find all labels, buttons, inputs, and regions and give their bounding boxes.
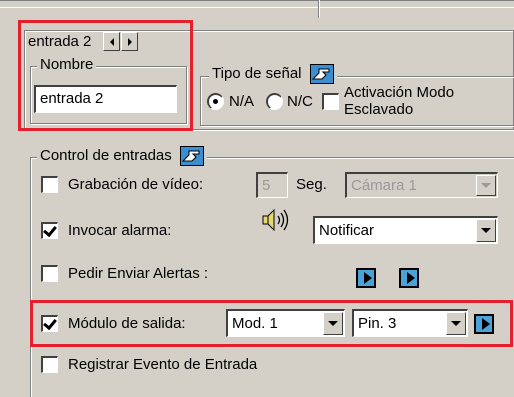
highlight-name-box [18,20,193,131]
input-control-label: Control de entradas [40,147,172,164]
send-alerts-label: Pedir Enviar Alertas : [68,265,209,282]
log-event-label: Registrar Evento de Entrada [68,356,258,373]
camera-select-value: Cámara 1 [351,177,417,194]
radio-na[interactable] [207,93,224,110]
highlight-output-box [30,300,513,347]
speaker-icon[interactable] [260,207,294,233]
play-arrow-icon[interactable] [356,268,376,288]
alarm-action-select[interactable]: Notificar [313,216,498,244]
slave-mode-label-line2: Esclavado [344,101,414,118]
invoke-alarm-checkbox[interactable] [41,222,58,239]
video-recording-label: Grabación de vídeo: [68,176,204,193]
camera-select[interactable]: Cámara 1 [345,172,498,198]
alarm-action-value: Notificar [319,222,375,239]
invoke-alarm-label: Invocar alarma: [68,222,172,239]
input-control-legend: Control de entradas [37,146,207,166]
play-arrow-icon[interactable] [399,268,419,288]
radio-na-label: N/A [229,93,255,110]
radio-nc[interactable] [266,93,283,110]
video-seconds-unit: Seg. [296,176,327,193]
video-recording-checkbox[interactable] [41,176,58,193]
chevron-down-icon[interactable] [476,219,496,242]
log-event-checkbox[interactable] [41,356,58,373]
top-separator [318,0,320,18]
pointing-hand-icon[interactable] [309,64,334,84]
pointing-hand-icon[interactable] [179,146,204,166]
radio-nc-label: N/C [287,93,313,110]
signal-type-legend: Tipo de señal [209,64,337,84]
chevron-down-icon[interactable] [476,175,496,196]
signal-type-label: Tipo de señal [212,65,302,82]
slave-mode-label-line1: Activación Modo [344,84,455,101]
top-divider [0,0,514,8]
slave-mode-checkbox[interactable] [322,93,339,110]
send-alerts-checkbox[interactable] [41,265,58,282]
video-seconds-input[interactable]: 5 [256,172,288,198]
